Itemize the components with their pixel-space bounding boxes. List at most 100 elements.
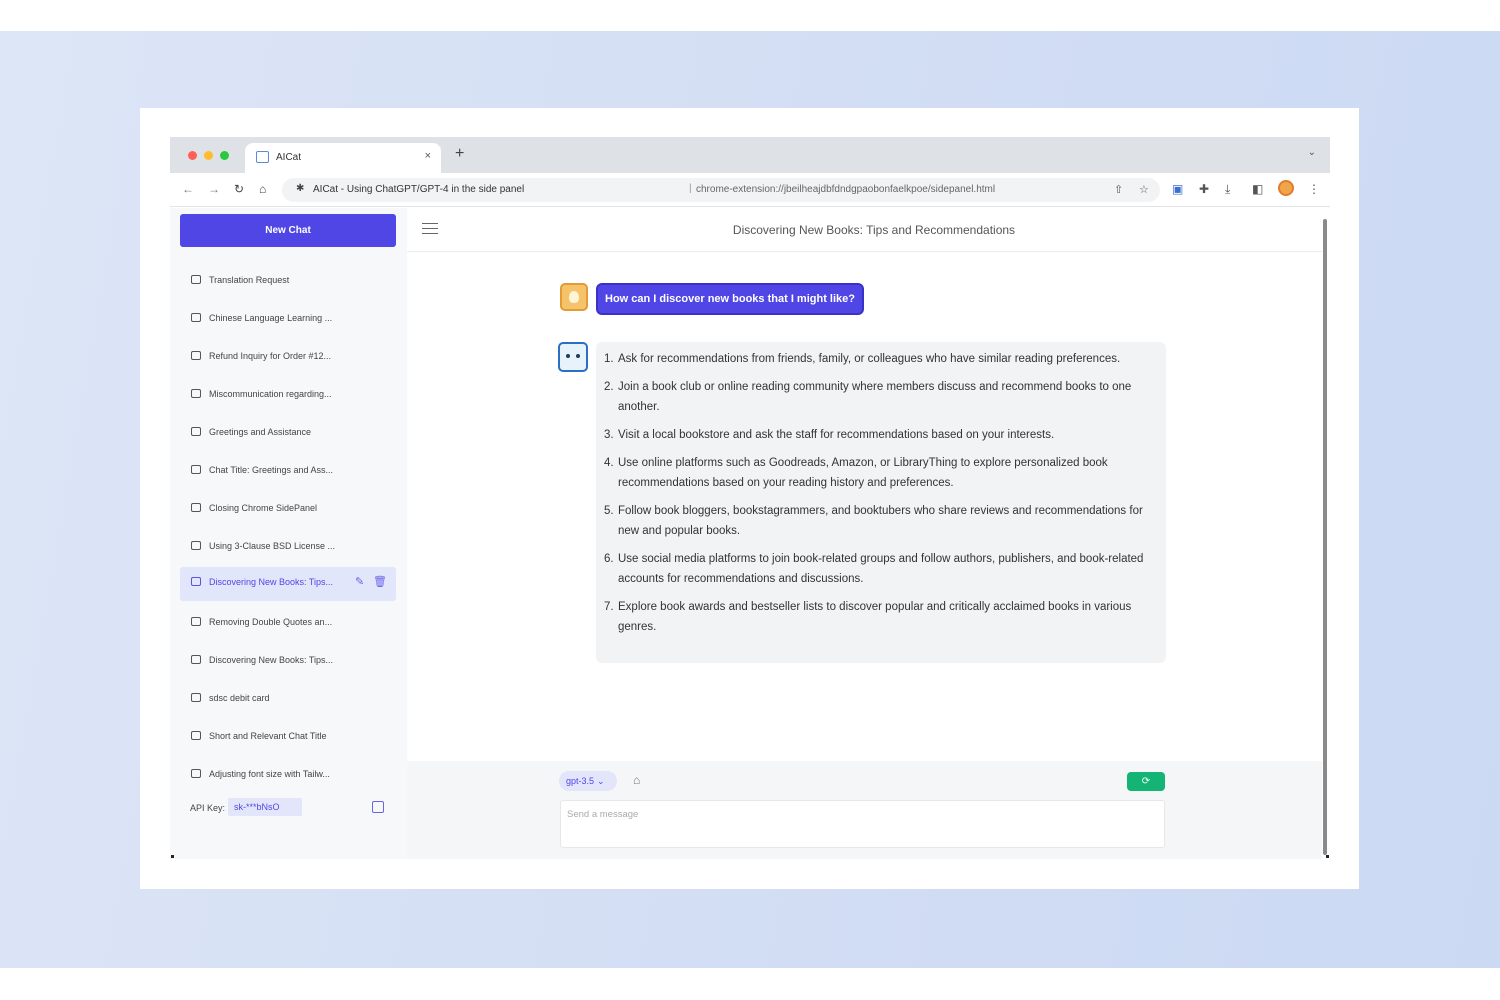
api-key-field[interactable]: sk-***bNsO: [228, 798, 302, 816]
url-separator: |: [689, 183, 692, 194]
chat-item-label: Using 3-Clause BSD License ...: [209, 541, 336, 551]
header-divider: [407, 251, 1322, 252]
edit-icon[interactable]: ✎: [355, 575, 364, 588]
close-window-button[interactable]: [188, 151, 197, 160]
chat-bubble-icon: [191, 389, 201, 398]
send-button[interactable]: ⟳: [1127, 772, 1165, 791]
chat-list-item[interactable]: Adjusting font size with Tailw...: [180, 759, 396, 791]
user-message: How can I discover new books that I migh…: [596, 283, 864, 315]
chat-list-item-active[interactable]: Discovering New Books: Tips... ✎ 🗑: [180, 567, 396, 601]
browser-toolbar: ← → ↻ ⌂ ✱ AICat - Using ChatGPT/GPT-4 in…: [170, 173, 1330, 207]
more-menu-icon[interactable]: ⋮: [1308, 182, 1320, 196]
profile-avatar[interactable]: [1278, 180, 1294, 196]
list-text: Visit a local bookstore and ask the staf…: [618, 429, 1055, 441]
chat-item-label: Discovering New Books: Tips...: [209, 577, 334, 587]
tab-title: AICat: [276, 152, 302, 163]
settings-icon[interactable]: [372, 801, 384, 813]
chat-item-label: Chat Title: Greetings and Ass...: [209, 465, 334, 475]
list-number: 4.: [604, 457, 614, 469]
list-text: Join a book club or online reading commu…: [618, 381, 1132, 413]
forward-icon[interactable]: →: [208, 182, 220, 196]
chat-list-item[interactable]: Greetings and Assistance: [180, 417, 396, 449]
chat-list-item[interactable]: Chat Title: Greetings and Ass...: [180, 455, 396, 487]
recommendation-list: 1. Ask for recommendations from friends, …: [600, 349, 1156, 637]
list-text: Explore book awards and bestseller lists…: [618, 601, 1132, 633]
model-select[interactable]: gpt-3.5 ⌄: [559, 771, 617, 791]
list-item: 4. Use online platforms such as Goodreads…: [600, 453, 1156, 493]
api-key-label: API Key:: [190, 803, 226, 813]
chat-bubble-icon: [191, 503, 201, 512]
tab-close-icon[interactable]: ×: [425, 150, 431, 162]
chat-bubble-icon: [191, 655, 201, 664]
list-item: 2. Join a book club or online reading com…: [600, 377, 1156, 417]
chat-list-item[interactable]: Removing Double Quotes an...: [180, 607, 396, 639]
chat-title: Discovering New Books: Tips and Recommen…: [732, 223, 1016, 237]
chat-item-label: Adjusting font size with Tailw...: [209, 769, 330, 779]
window-corner: [171, 855, 174, 858]
scrollbar[interactable]: [1323, 219, 1327, 855]
chat-list-item[interactable]: sdsc debit card: [180, 683, 396, 715]
chat-item-label: Chinese Language Learning ...: [209, 313, 333, 323]
share-icon[interactable]: ⇧: [1114, 183, 1123, 196]
chat-item-label: Refund Inquiry for Order #12...: [209, 351, 332, 361]
prompt-history-icon[interactable]: ⌂: [633, 773, 640, 787]
list-number: 7.: [604, 601, 614, 613]
chat-item-label: Closing Chrome SidePanel: [209, 503, 318, 513]
maximize-window-button[interactable]: [220, 151, 229, 160]
bot-avatar-cat-icon: [558, 342, 588, 372]
bookmark-star-icon[interactable]: ☆: [1139, 183, 1149, 196]
chat-list-item[interactable]: Short and Relevant Chat Title: [180, 721, 396, 753]
chat-item-label: Miscommunication regarding...: [209, 389, 332, 399]
page-title: AICat - Using ChatGPT/GPT-4 in the side …: [313, 184, 525, 195]
address-bar[interactable]: ✱ AICat - Using ChatGPT/GPT-4 in the sid…: [282, 178, 1160, 202]
chat-main: Discovering New Books: Tips and Recommen…: [407, 208, 1322, 859]
message-input[interactable]: [560, 800, 1165, 848]
minimize-window-button[interactable]: [204, 151, 213, 160]
window-corner: [1326, 855, 1329, 858]
download-icon[interactable]: ⤓: [1225, 182, 1230, 196]
list-number: 1.: [604, 353, 614, 365]
list-text: Use social media platforms to join book-…: [618, 553, 1144, 585]
chat-bubble-icon: [191, 427, 201, 436]
chat-item-label: Removing Double Quotes an...: [209, 617, 333, 627]
chat-bubble-icon: [191, 731, 201, 740]
chat-bubble-icon: [191, 541, 201, 550]
site-info-icon[interactable]: ✱: [296, 183, 304, 194]
new-chat-button[interactable]: New Chat: [180, 214, 396, 247]
list-number: 5.: [604, 505, 614, 517]
extension-aicat-icon[interactable]: ▣: [1172, 182, 1183, 196]
trash-icon[interactable]: 🗑: [373, 575, 387, 588]
chat-bubble-icon: [191, 769, 201, 778]
chat-sidebar: New Chat Translation Request Chinese Lan…: [170, 208, 407, 859]
chat-item-label: Short and Relevant Chat Title: [209, 731, 327, 741]
chevron-down-icon: ⌄: [597, 776, 605, 786]
new-tab-button[interactable]: +: [455, 146, 464, 162]
tab-aicat[interactable]: AICat ×: [245, 143, 441, 173]
extensions-puzzle-icon[interactable]: ✚: [1199, 182, 1209, 196]
reload-icon[interactable]: ↻: [234, 182, 244, 196]
side-panel-icon[interactable]: ◧: [1252, 182, 1263, 196]
chat-bubble-icon: [191, 693, 201, 702]
home-icon[interactable]: ⌂: [259, 182, 266, 196]
chat-item-label: sdsc debit card: [209, 693, 270, 703]
list-item: 5. Follow book bloggers, bookstagrammers,…: [600, 501, 1156, 541]
chat-list-item[interactable]: Closing Chrome SidePanel: [180, 493, 396, 525]
chat-list-item[interactable]: Miscommunication regarding...: [180, 379, 396, 411]
list-text: Follow book bloggers, bookstagrammers, a…: [618, 505, 1143, 537]
tab-strip: AICat × + ⌄: [170, 137, 1330, 173]
chat-list-item[interactable]: Chinese Language Learning ...: [180, 303, 396, 335]
back-icon[interactable]: ←: [182, 182, 194, 196]
chat-list-item[interactable]: Refund Inquiry for Order #12...: [180, 341, 396, 373]
list-text: Use online platforms such as Goodreads, …: [618, 457, 1108, 489]
chat-list-item[interactable]: Using 3-Clause BSD License ...: [180, 531, 396, 563]
tab-search-icon[interactable]: ⌄: [1308, 147, 1316, 158]
chat-bubble-icon: [191, 313, 201, 322]
chat-item-label: Greetings and Assistance: [209, 427, 312, 437]
chat-list-item[interactable]: Discovering New Books: Tips...: [180, 645, 396, 677]
message-composer: gpt-3.5 ⌄ ⌂ ⟳: [407, 761, 1322, 859]
aicat-favicon-icon: [256, 151, 269, 163]
api-key-row: API Key: sk-***bNsO: [170, 795, 407, 821]
send-icon: ⟳: [1141, 776, 1151, 787]
chat-list-item[interactable]: Translation Request: [180, 265, 396, 297]
chat-item-label: Discovering New Books: Tips...: [209, 655, 334, 665]
